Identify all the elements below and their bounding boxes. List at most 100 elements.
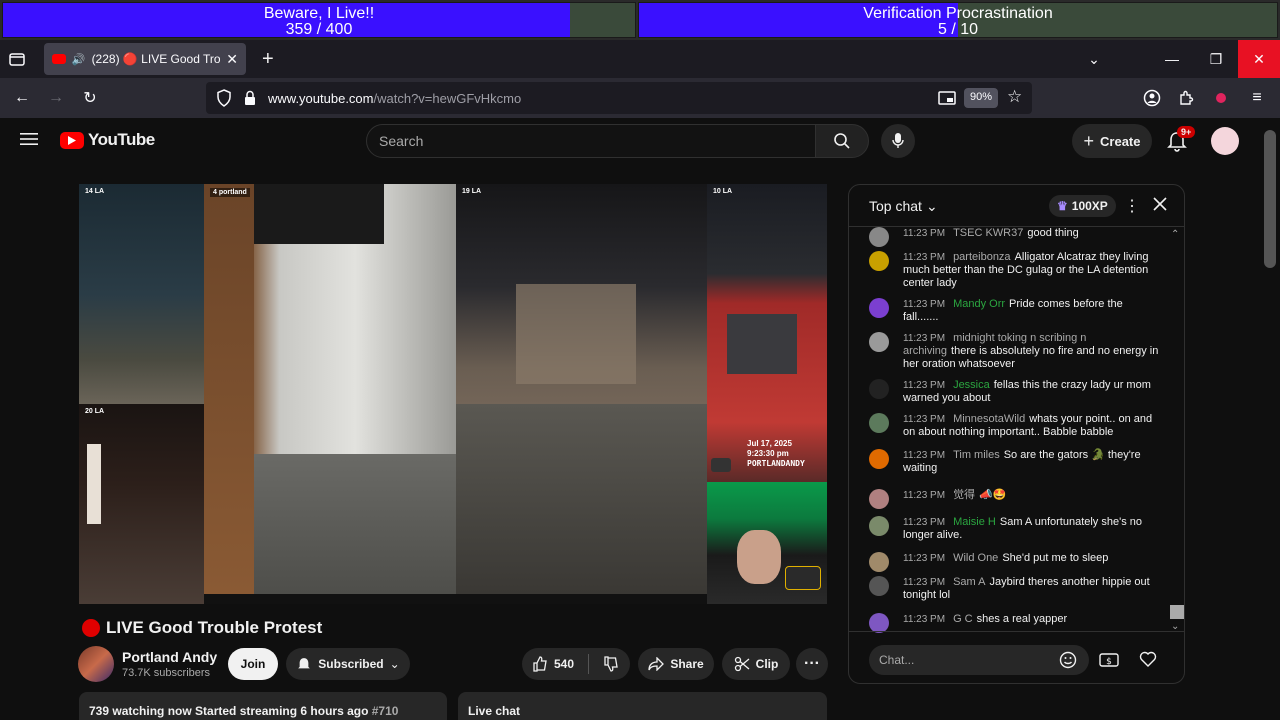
shield-icon[interactable] bbox=[216, 89, 232, 107]
url-path: /watch?v=hewGFvHkcmo bbox=[373, 91, 522, 106]
more-actions-button[interactable]: ··· bbox=[796, 648, 828, 680]
minimize-icon[interactable]: — bbox=[1150, 40, 1194, 78]
browser-tab[interactable]: 🔊 (228) 🔴 LIVE Good Trouble ✕ bbox=[44, 43, 246, 75]
chat-options-icon[interactable]: ⋮ bbox=[1124, 196, 1140, 216]
chat-author-avatar[interactable] bbox=[869, 332, 889, 352]
video-player[interactable]: 14 LA 20 LA 4 portland 19 LA 10 LA Jul 1… bbox=[79, 184, 827, 604]
hamburger-menu-icon[interactable] bbox=[20, 131, 38, 147]
youtube-watermark-icon bbox=[711, 458, 731, 472]
stream-tag[interactable]: #710 bbox=[372, 704, 399, 718]
dislike-button[interactable] bbox=[603, 656, 619, 672]
chat-message[interactable]: 11:23 PM Jessica fellas this the crazy lad… bbox=[869, 379, 1159, 405]
chat-author-avatar[interactable] bbox=[869, 613, 889, 633]
chat-message[interactable]: 11:23 PM Tim miles So are the gators 🐊 the… bbox=[869, 449, 1159, 475]
chat-input[interactable]: Chat... bbox=[869, 645, 1089, 675]
chat-author-avatar[interactable] bbox=[869, 576, 889, 596]
streamer-face bbox=[737, 530, 781, 584]
scroll-up-icon[interactable]: ⌃ bbox=[1171, 229, 1179, 240]
youtube-logo[interactable]: YouTube bbox=[60, 130, 155, 150]
youtube-play-icon bbox=[60, 131, 84, 149]
chat-author-name[interactable]: 觉得 bbox=[953, 489, 975, 501]
forward-arrow-icon[interactable]: → bbox=[40, 78, 72, 118]
goal-1-title: Beware, I Live!! bbox=[263, 5, 375, 22]
reload-icon[interactable]: ↻ bbox=[74, 78, 106, 118]
chat-message[interactable]: 11:23 PM Maisie H Sam A unfortunately she'… bbox=[869, 516, 1159, 542]
search-input[interactable]: Search bbox=[366, 124, 816, 158]
chat-message[interactable]: 11:23 PM Mandy Orr Pride comes before the … bbox=[869, 298, 1159, 324]
chat-author-name[interactable]: MinnesotaWild bbox=[953, 413, 1025, 425]
close-window-icon[interactable]: ✕ bbox=[1238, 40, 1280, 78]
chat-author-name[interactable]: Jessica bbox=[953, 379, 990, 391]
chat-author-avatar[interactable] bbox=[869, 251, 889, 271]
chevron-down-icon: ⌄ bbox=[925, 198, 938, 214]
tab-close-icon[interactable]: ✕ bbox=[226, 51, 238, 68]
description-box[interactable]: 739 watching now Started streaming 6 hou… bbox=[79, 692, 447, 720]
chat-message[interactable]: 11:23 PM MinnesotaWild whats your point.. … bbox=[869, 413, 1159, 439]
chat-timestamp: 11:23 PM bbox=[903, 490, 946, 501]
chat-message[interactable]: 11:23 PM Wild One She'd put me to sleep bbox=[869, 552, 1159, 572]
chat-author-avatar[interactable] bbox=[869, 516, 889, 536]
chat-author-name[interactable]: G C bbox=[953, 613, 973, 625]
url-bar[interactable]: www.youtube.com/watch?v=hewGFvHkcmo 90% … bbox=[206, 82, 1032, 114]
page-scrollbar[interactable] bbox=[1264, 130, 1276, 268]
account-icon[interactable] bbox=[1136, 78, 1168, 118]
chat-author-avatar[interactable] bbox=[869, 227, 889, 247]
chat-author-name[interactable]: Sam A bbox=[953, 576, 985, 588]
chat-author-name[interactable]: Tim miles bbox=[953, 449, 1000, 461]
chat-author-avatar[interactable] bbox=[869, 413, 889, 433]
xp-badge[interactable]: ♛ 100XP bbox=[1049, 195, 1116, 217]
zoom-level[interactable]: 90% bbox=[964, 88, 999, 108]
chat-author-name[interactable]: Wild One bbox=[953, 552, 998, 564]
more-horizontal-icon: ··· bbox=[804, 655, 820, 672]
chat-message[interactable]: 11:23 PM parteibonza Alligator Alcatraz th… bbox=[869, 251, 1159, 290]
restore-icon[interactable]: ❐ bbox=[1194, 40, 1238, 78]
super-chat-icon[interactable]: $ bbox=[1099, 651, 1119, 669]
notifications-button[interactable]: 9+ bbox=[1167, 126, 1196, 152]
chat-author-avatar[interactable] bbox=[869, 489, 889, 509]
chat-author-avatar[interactable] bbox=[869, 449, 889, 469]
back-arrow-icon[interactable]: ← bbox=[6, 78, 38, 118]
chat-scrollbar-thumb[interactable] bbox=[1170, 605, 1184, 619]
chat-author-name[interactable]: Maisie H bbox=[953, 516, 996, 528]
emoji-icon[interactable] bbox=[1059, 651, 1077, 669]
chat-message[interactable]: 11:23 PM G Cshes a real yapper bbox=[869, 613, 1159, 633]
chat-author-name[interactable]: Mandy Orr bbox=[953, 298, 1005, 310]
picture-in-picture-icon[interactable] bbox=[938, 90, 956, 106]
bookmark-star-icon[interactable]: ☆ bbox=[1007, 87, 1022, 107]
live-chat-replay-box[interactable]: Live chat bbox=[458, 692, 827, 720]
create-button[interactable]: + Create bbox=[1072, 124, 1152, 158]
tab-list-icon[interactable] bbox=[8, 50, 26, 68]
clip-label: Clip bbox=[755, 657, 779, 671]
chat-message[interactable]: 11:23 PM Sam A Jaybird theres another hipp… bbox=[869, 576, 1159, 602]
heart-icon[interactable] bbox=[1139, 651, 1157, 667]
chat-author-avatar[interactable] bbox=[869, 298, 889, 318]
list-all-tabs-icon[interactable]: ⌄ bbox=[1072, 40, 1116, 78]
search-button[interactable] bbox=[815, 124, 869, 158]
subscribed-button[interactable]: Subscribed ⌄ bbox=[286, 648, 410, 680]
stream-overlay: Beware, I Live!! 359 / 400 Verification … bbox=[0, 0, 1280, 40]
join-button[interactable]: Join bbox=[228, 648, 278, 680]
channel-avatar[interactable] bbox=[78, 646, 114, 682]
chat-author-avatar[interactable] bbox=[869, 552, 889, 572]
chat-message[interactable]: 11:23 PM 觉得 📣🤩 bbox=[869, 489, 1159, 509]
speaker-icon[interactable]: 🔊 bbox=[72, 53, 86, 66]
chat-author-avatar[interactable] bbox=[869, 379, 889, 399]
chat-author-name[interactable]: parteibonza bbox=[953, 251, 1011, 263]
user-avatar[interactable] bbox=[1211, 127, 1239, 155]
extensions-puzzle-icon[interactable] bbox=[1170, 78, 1202, 118]
new-tab-icon[interactable]: + bbox=[262, 48, 274, 71]
chat-author-name[interactable]: TSEC KWR37 bbox=[953, 227, 1023, 239]
like-button[interactable]: 540 bbox=[532, 656, 574, 672]
create-label: Create bbox=[1100, 133, 1141, 149]
top-chat-dropdown[interactable]: Top chat ⌄ bbox=[869, 198, 938, 215]
app-menu-icon[interactable]: ≡ bbox=[1241, 78, 1273, 118]
lock-icon[interactable] bbox=[244, 90, 256, 106]
chat-message[interactable]: 11:23 PM midnight toking n scribing n arc… bbox=[869, 332, 1159, 371]
chat-message[interactable]: 11:23 PM TSEC KWR37 good thing bbox=[869, 227, 1159, 247]
close-chat-icon[interactable] bbox=[1152, 196, 1168, 212]
voice-search-button[interactable] bbox=[881, 124, 915, 158]
extension-red-icon[interactable] bbox=[1205, 78, 1237, 118]
channel-name[interactable]: Portland Andy bbox=[122, 649, 217, 665]
clip-button[interactable]: Clip bbox=[722, 648, 790, 680]
share-button[interactable]: Share bbox=[638, 648, 714, 680]
